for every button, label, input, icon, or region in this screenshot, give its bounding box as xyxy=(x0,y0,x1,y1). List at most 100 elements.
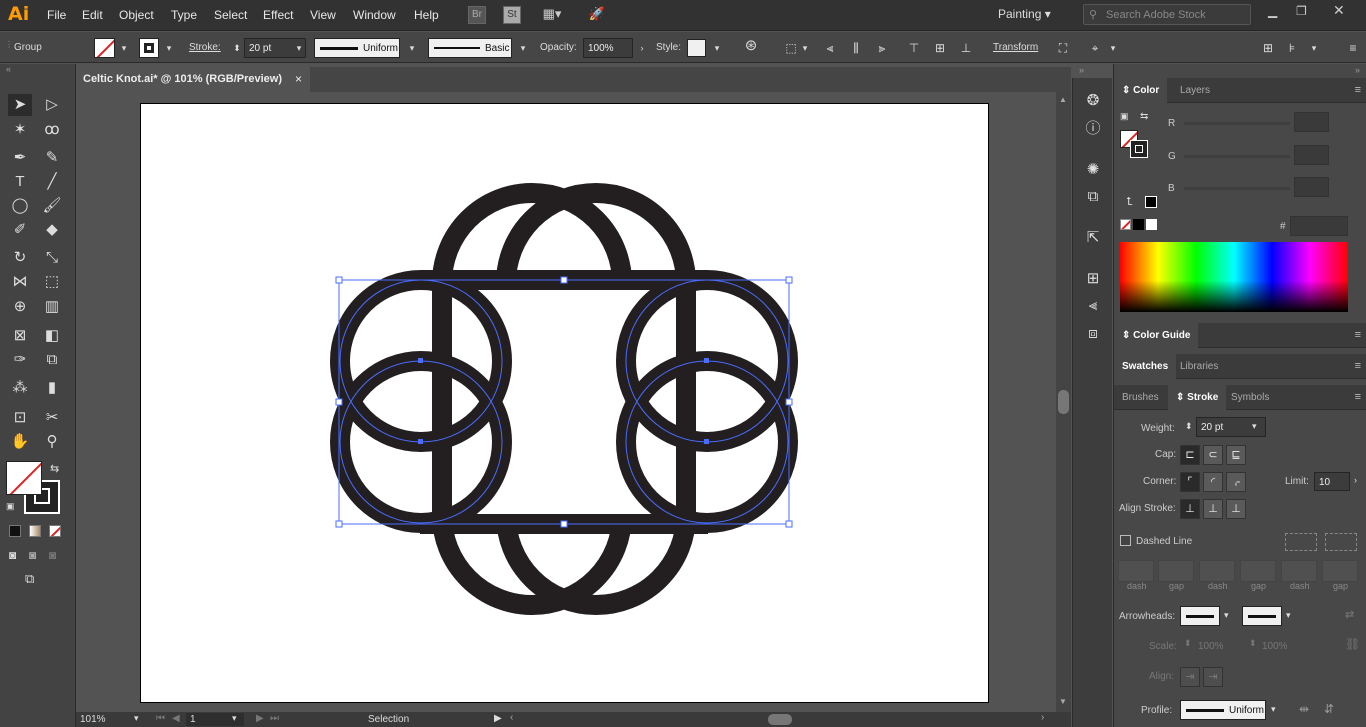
b-field[interactable] xyxy=(1294,177,1329,197)
g-field[interactable] xyxy=(1294,145,1329,165)
round-cap-button[interactable]: ⊂ xyxy=(1203,445,1223,465)
artboard-dropdown-icon[interactable]: ▾ xyxy=(232,713,237,724)
next-artboard-icon[interactable]: ▶ xyxy=(256,713,264,724)
start-arrowhead-dropdown-icon[interactable]: ▾ xyxy=(1224,610,1229,621)
selection-handle[interactable] xyxy=(785,398,793,406)
start-arrowhead-select[interactable] xyxy=(1180,606,1220,626)
align-center-stroke-button[interactable]: ⊥ xyxy=(1180,499,1200,519)
selection-bounding-box[interactable] xyxy=(338,279,790,525)
align-inside-stroke-button[interactable]: ⊥ xyxy=(1203,499,1223,519)
selection-handle[interactable] xyxy=(560,276,568,284)
tab-stroke[interactable]: ⇕ Stroke xyxy=(1168,385,1227,410)
bevel-join-button[interactable]: ⌌ xyxy=(1226,472,1246,492)
color-guide-menu-icon[interactable]: ≡ xyxy=(1355,329,1361,341)
collapse-dock-icon[interactable]: » xyxy=(1079,65,1084,75)
web-safe-color-icon[interactable] xyxy=(1145,196,1157,208)
scale-end-value[interactable]: 100% xyxy=(1262,641,1288,652)
profile-panel-dropdown-icon[interactable]: ▾ xyxy=(1271,704,1276,715)
asset-export-icon[interactable]: ⧉ xyxy=(1083,187,1103,207)
scroll-down-icon[interactable]: ▼ xyxy=(1059,697,1067,706)
selection-handle[interactable] xyxy=(335,520,343,528)
scale-start-value[interactable]: 100% xyxy=(1198,641,1224,652)
tab-symbols[interactable]: Symbols xyxy=(1223,385,1277,410)
first-artboard-icon[interactable]: ⏮ xyxy=(156,713,165,724)
selection-handle[interactable] xyxy=(785,520,793,528)
selection-handle[interactable] xyxy=(335,276,343,284)
scroll-left-icon[interactable]: ‹ xyxy=(510,712,513,723)
tab-color[interactable]: ⇕ Color xyxy=(1114,78,1168,103)
color-panel-menu-icon[interactable]: ≡ xyxy=(1355,84,1361,96)
arrow-tip-at-end-button[interactable]: ⇥ xyxy=(1203,667,1223,687)
dashed-line-checkbox[interactable] xyxy=(1120,535,1131,546)
symbols-panel-icon[interactable]: ✺ xyxy=(1083,160,1103,180)
horizontal-scroll-thumb[interactable] xyxy=(768,714,792,725)
selection-handle[interactable] xyxy=(560,520,568,528)
scale-end-stepper[interactable]: ⬍ xyxy=(1249,638,1257,649)
last-artboard-icon[interactable]: ⏭ xyxy=(270,713,279,724)
end-arrowhead-select[interactable] xyxy=(1242,606,1282,626)
color-spectrum[interactable] xyxy=(1120,242,1348,312)
swap-icon[interactable]: ⇆ xyxy=(1140,111,1148,122)
swatches-menu-icon[interactable]: ≡ xyxy=(1355,360,1361,372)
b-slider[interactable] xyxy=(1184,187,1290,190)
prev-artboard-icon[interactable]: ◀ xyxy=(172,713,180,724)
zoom-level[interactable]: 101% xyxy=(80,714,106,725)
tab-color-guide[interactable]: ⇕ Color Guide xyxy=(1114,323,1199,348)
selection-handle[interactable] xyxy=(335,398,343,406)
hex-field[interactable] xyxy=(1290,216,1348,236)
miter-join-button[interactable]: ⌜ xyxy=(1180,472,1200,492)
gap-field-1[interactable] xyxy=(1158,560,1194,582)
align-dash-button[interactable] xyxy=(1325,533,1357,551)
vertical-scrollbar[interactable]: ▲ ▼ xyxy=(1056,92,1071,712)
weight-stepper[interactable]: ⬍ xyxy=(1185,421,1193,432)
arrow-tip-beyond-button[interactable]: ⇥ xyxy=(1180,667,1200,687)
dash-field-3[interactable] xyxy=(1281,560,1317,582)
flip-along-icon[interactable]: ⇹ xyxy=(1299,702,1309,716)
flip-across-icon[interactable]: ⇵ xyxy=(1324,702,1334,716)
g-slider[interactable] xyxy=(1184,155,1290,158)
r-slider[interactable] xyxy=(1184,122,1290,125)
zoom-dropdown-icon[interactable]: ▾ xyxy=(134,713,139,724)
black-color-icon[interactable] xyxy=(1133,219,1144,230)
collapse-panels-icon[interactable]: » xyxy=(1355,65,1360,75)
weight-dropdown-icon[interactable]: ▾ xyxy=(1252,421,1257,432)
projecting-cap-button[interactable]: ⊑ xyxy=(1226,445,1246,465)
panel-stroke-swatch[interactable] xyxy=(1130,140,1148,158)
gap-field-3[interactable] xyxy=(1322,560,1358,582)
mini-fill-stroke-icon[interactable]: ▣ xyxy=(1120,111,1129,122)
none-color-icon[interactable] xyxy=(1120,219,1131,230)
tab-layers[interactable]: Layers xyxy=(1172,78,1218,103)
link-scale-icon[interactable]: ⛓ xyxy=(1345,637,1360,651)
butt-cap-button[interactable]: ⊏ xyxy=(1180,445,1200,465)
r-field[interactable] xyxy=(1294,112,1329,132)
width-profile-select[interactable]: Uniform xyxy=(1180,700,1266,720)
out-of-gamut-icon[interactable]: ⮤ xyxy=(1126,196,1133,209)
stroke-panel-menu-icon[interactable]: ≡ xyxy=(1355,391,1361,403)
dash-field-1[interactable] xyxy=(1118,560,1154,582)
swap-arrowheads-icon[interactable]: ⇄ xyxy=(1345,608,1354,621)
scale-start-stepper[interactable]: ⬍ xyxy=(1184,638,1192,649)
tab-libraries[interactable]: Libraries xyxy=(1172,354,1226,379)
appearance-panel-icon[interactable]: ❂ xyxy=(1083,91,1103,111)
vertical-scroll-thumb[interactable] xyxy=(1058,390,1069,414)
white-color-icon[interactable] xyxy=(1146,219,1157,230)
scroll-right-icon[interactable]: › xyxy=(1041,712,1044,723)
align-outside-stroke-button[interactable]: ⊥ xyxy=(1226,499,1246,519)
round-join-button[interactable]: ◜ xyxy=(1203,472,1223,492)
export-panel-icon[interactable]: ⇱ xyxy=(1083,228,1103,248)
tab-swatches[interactable]: Swatches xyxy=(1114,354,1177,379)
tab-brushes[interactable]: Brushes xyxy=(1114,385,1167,410)
pathfinder-panel-icon[interactable]: ⧈ xyxy=(1083,324,1103,344)
align-panel-dock-icon[interactable]: ⫷ xyxy=(1083,296,1103,316)
dash-field-2[interactable] xyxy=(1199,560,1235,582)
transform-panel-icon[interactable]: ⊞ xyxy=(1083,269,1103,289)
gap-field-2[interactable] xyxy=(1240,560,1276,582)
status-menu-icon[interactable]: ▶ xyxy=(494,713,502,724)
end-arrowhead-dropdown-icon[interactable]: ▾ xyxy=(1286,610,1291,621)
limit-arrow-icon[interactable]: › xyxy=(1354,475,1357,485)
selection-handle[interactable] xyxy=(785,276,793,284)
scroll-up-icon[interactable]: ▲ xyxy=(1059,95,1067,104)
limit-field[interactable]: 10 xyxy=(1314,472,1350,491)
info-panel-icon[interactable]: ⓘ xyxy=(1083,119,1103,139)
preserve-dash-button[interactable] xyxy=(1285,533,1317,551)
